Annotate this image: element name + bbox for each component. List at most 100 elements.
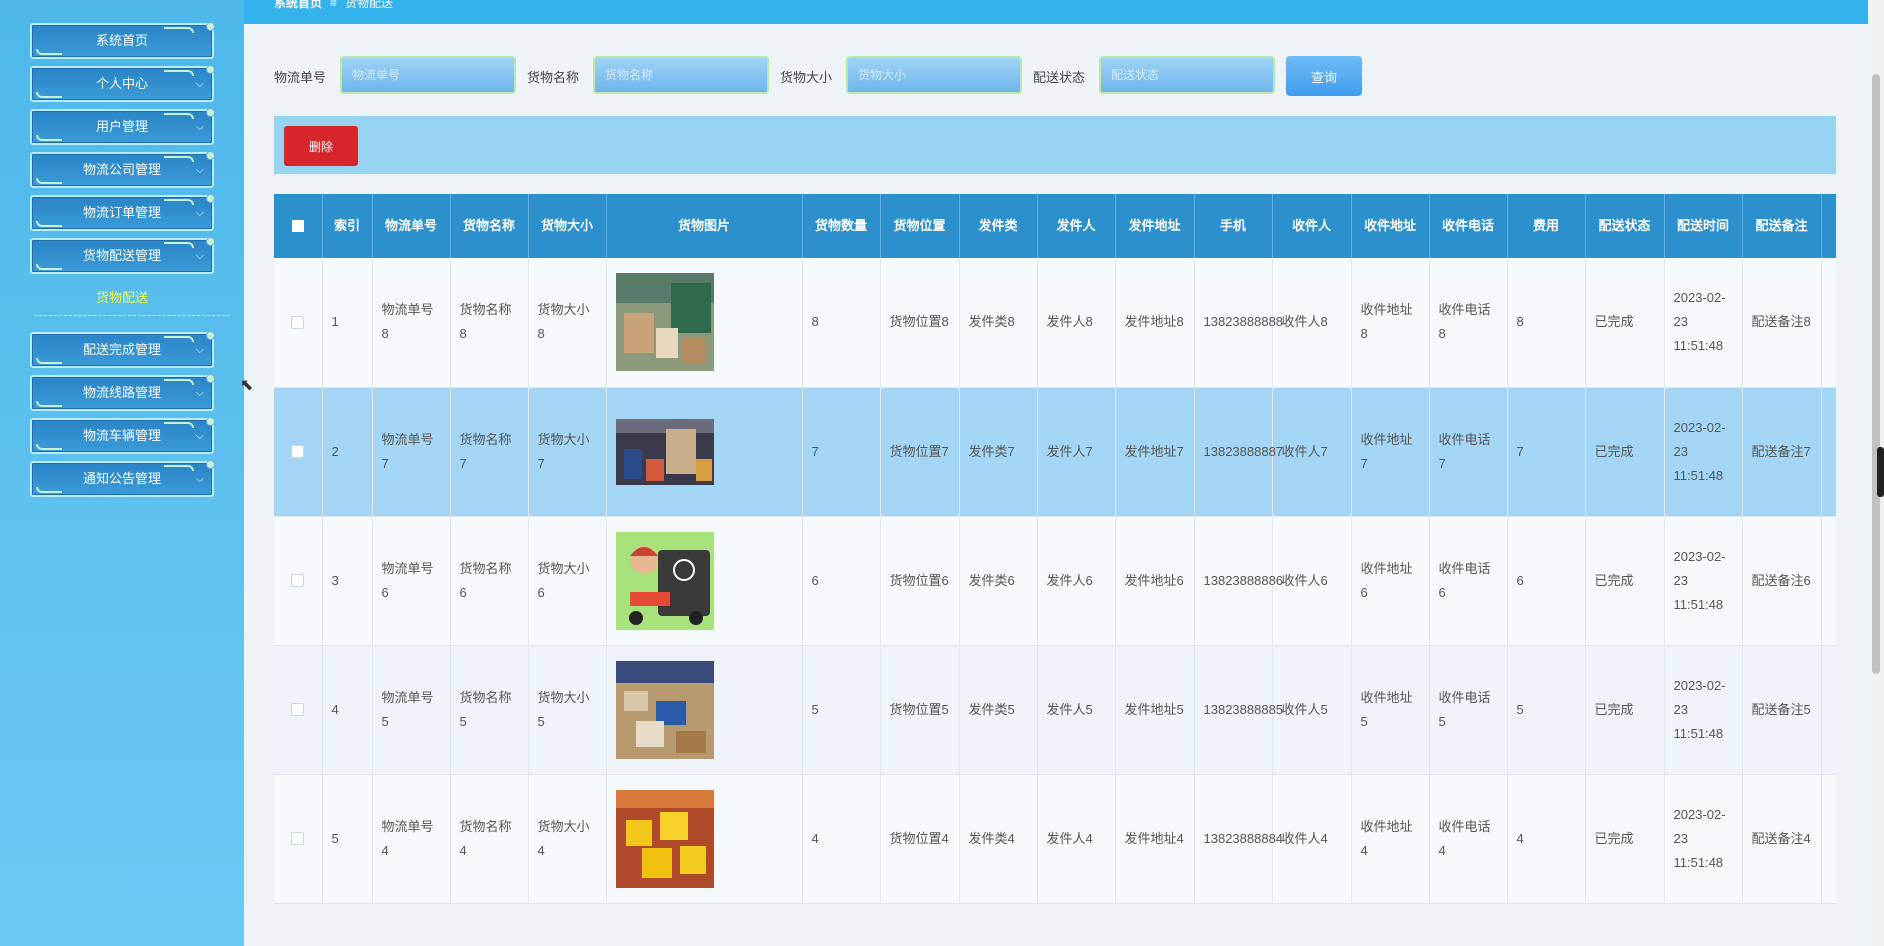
row-checkbox-cell[interactable] bbox=[274, 774, 323, 904]
ornament-icon bbox=[36, 401, 62, 407]
cargo-image-cell bbox=[606, 258, 803, 388]
dot-icon bbox=[206, 22, 215, 31]
chevron-down-icon: ⌵ bbox=[195, 473, 204, 485]
search-label-no: 物流单号 bbox=[274, 70, 327, 85]
row-checkbox-cell[interactable] bbox=[274, 258, 323, 388]
sidebar-item-profile[interactable]: ⌵ 个人中心 bbox=[30, 65, 215, 102]
cell-no: 物流单号6 bbox=[372, 516, 451, 646]
dot-icon bbox=[206, 417, 215, 426]
column-header[interactable]: 发件地址 bbox=[1115, 194, 1195, 258]
cell-note: 配送备注7 bbox=[1742, 387, 1822, 517]
sidebar-item-delivery[interactable]: ⌵ 货物配送管理 bbox=[30, 237, 215, 274]
search-input-status[interactable] bbox=[1099, 56, 1275, 94]
cell-phone: 13823888887 bbox=[1194, 387, 1283, 517]
cell-overflow bbox=[1821, 645, 1836, 775]
table-row[interactable]: 5 物流单号4 货物名称4 货物大小4 4 货物位置4 发件类4 发件人4 发件地址4 13823… bbox=[274, 774, 1836, 904]
sidebar-item-completed[interactable]: ⌵ 配送完成管理 bbox=[30, 331, 215, 368]
cell-note: 配送备注5 bbox=[1742, 645, 1822, 775]
sidebar-item-label: 个人中心 bbox=[95, 76, 148, 91]
sidebar-item-routes[interactable]: ⌵ 物流线路管理 bbox=[30, 374, 215, 411]
ornament-icon bbox=[164, 70, 194, 76]
cell-sender: 发件人8 bbox=[1037, 258, 1116, 388]
data-table: 索引 物流单号 货物名称 货物大小 货物图片 货物数量 货物位置 发件类 发件人… bbox=[274, 194, 1836, 946]
table-row[interactable]: 4 物流单号5 货物名称5 货物大小5 5 货物位置5 发件类5 发件人5 发件地址5 13823… bbox=[274, 645, 1836, 775]
sidebar-item-orders[interactable]: ⌵ 物流订单管理 bbox=[30, 194, 215, 231]
column-header[interactable]: 货物名称 bbox=[450, 194, 529, 258]
breadcrumb-current: 货物配送 bbox=[345, 0, 394, 10]
column-header[interactable]: 货物位置 bbox=[880, 194, 960, 258]
cell-name: 货物名称8 bbox=[450, 258, 529, 388]
cell-status: 已完成 bbox=[1585, 774, 1665, 904]
cell-raddr: 收件地址6 bbox=[1351, 516, 1430, 646]
table-row[interactable]: 3 物流单号6 货物名称6 货物大小6 6 货物位置6 发件类6 发件人6 发件地址6 13823… bbox=[274, 516, 1836, 646]
cell-stype: 发件类8 bbox=[959, 258, 1038, 388]
cell-idx: 2 bbox=[322, 387, 373, 517]
column-header[interactable]: 配送状态 bbox=[1585, 194, 1665, 258]
checkbox-icon[interactable] bbox=[291, 445, 305, 458]
cell-time: 2023-02-23 11:51:48 bbox=[1664, 516, 1743, 646]
column-header[interactable]: 物流单号 bbox=[372, 194, 451, 258]
column-header[interactable]: 索引 bbox=[322, 194, 373, 258]
cell-status: 已完成 bbox=[1585, 387, 1665, 517]
column-header[interactable]: 发件类 bbox=[959, 194, 1038, 258]
column-header[interactable]: 收件人 bbox=[1272, 194, 1352, 258]
cell-fee: 8 bbox=[1507, 258, 1586, 388]
sidebar-item-company[interactable]: ⌵ 物流公司管理 bbox=[30, 151, 215, 188]
cell-recv: 收件人7 bbox=[1272, 387, 1352, 517]
ornament-icon bbox=[36, 444, 62, 450]
column-header[interactable]: 手机 bbox=[1194, 194, 1273, 258]
cell-qty: 4 bbox=[802, 774, 881, 904]
checkbox-icon[interactable] bbox=[291, 703, 305, 716]
search-input-size[interactable] bbox=[846, 56, 1022, 94]
sidebar-item-users[interactable]: ⌵ 用户管理 bbox=[30, 108, 215, 145]
row-checkbox-cell[interactable] bbox=[274, 387, 323, 517]
sidebar-item-vehicles[interactable]: ⌵ 物流车辆管理 bbox=[30, 417, 215, 454]
column-header[interactable]: 货物图片 bbox=[606, 194, 803, 258]
breadcrumb-home[interactable]: 系统首页 bbox=[274, 0, 322, 10]
column-header[interactable]: 货物大小 bbox=[528, 194, 607, 258]
sidebar-item-label: 物流车辆管理 bbox=[82, 428, 161, 443]
search-label-status: 配送状态 bbox=[1033, 70, 1086, 85]
table-row[interactable]: 2 物流单号7 货物名称7 货物大小7 7 货物位置7 发件类7 发件人7 发件地址7 13823… bbox=[274, 387, 1836, 517]
cell-idx: 1 bbox=[322, 258, 373, 388]
sidebar-item-home[interactable]: 系统首页 bbox=[30, 22, 215, 59]
column-header[interactable]: 配送备注 bbox=[1742, 194, 1822, 258]
column-header[interactable]: 收件地址 bbox=[1351, 194, 1430, 258]
row-checkbox-cell[interactable] bbox=[274, 516, 323, 646]
checkbox-icon[interactable] bbox=[291, 315, 305, 329]
cell-no: 物流单号4 bbox=[372, 774, 451, 904]
scrollbar-thumb[interactable] bbox=[1872, 74, 1880, 674]
cell-note: 配送备注4 bbox=[1742, 774, 1822, 904]
cell-phone: 13823888885 bbox=[1194, 645, 1283, 775]
sidebar-subitem-delivery[interactable]: 货物配送 bbox=[30, 287, 214, 306]
ornament-icon bbox=[36, 49, 62, 55]
search-input-name[interactable] bbox=[593, 56, 769, 94]
checkbox-icon[interactable] bbox=[291, 832, 305, 845]
cell-saddr: 发件地址7 bbox=[1115, 387, 1195, 517]
select-all-checkbox[interactable] bbox=[274, 194, 323, 258]
column-header[interactable]: 费用 bbox=[1507, 194, 1586, 258]
table-header-row: 索引 物流单号 货物名称 货物大小 货物图片 货物数量 货物位置 发件类 发件人… bbox=[274, 194, 1836, 258]
cell-size: 货物大小5 bbox=[528, 645, 607, 775]
checkbox-icon[interactable] bbox=[291, 574, 305, 587]
sidebar: 系统首页 ⌵ 个人中心 ⌵ 用户管理 ⌵ 物流公司管理 ⌵ 物流订单管理 ⌵ 货物配送管理… bbox=[0, 0, 244, 946]
table-row[interactable]: 1 物流单号8 货物名称8 货物大小8 8 货物位置8 发件类8 发件人8 发件地址8 13823… bbox=[274, 258, 1836, 388]
column-header[interactable]: 发件人 bbox=[1037, 194, 1116, 258]
column-header[interactable]: 配送时间 bbox=[1664, 194, 1743, 258]
cell-fee: 4 bbox=[1507, 774, 1586, 904]
delete-button[interactable]: 删除 bbox=[284, 126, 358, 166]
sidebar-item-notices[interactable]: ⌵ 通知公告管理 bbox=[30, 460, 215, 497]
ornament-icon bbox=[164, 336, 194, 342]
sidebar-item-label: 配送完成管理 bbox=[82, 342, 161, 357]
cell-saddr: 发件地址6 bbox=[1115, 516, 1195, 646]
checkbox-icon[interactable] bbox=[291, 220, 304, 232]
column-header[interactable]: 货物数量 bbox=[802, 194, 881, 258]
cargo-photo bbox=[615, 418, 714, 485]
sidebar-item-label: 物流订单管理 bbox=[82, 205, 161, 220]
cell-qty: 6 bbox=[802, 516, 881, 646]
search-input-no[interactable] bbox=[340, 56, 516, 94]
column-header[interactable]: 收件电话 bbox=[1429, 194, 1508, 258]
query-button[interactable]: 查询 bbox=[1286, 56, 1362, 96]
cell-note: 配送备注8 bbox=[1742, 258, 1822, 388]
row-checkbox-cell[interactable] bbox=[274, 645, 323, 775]
